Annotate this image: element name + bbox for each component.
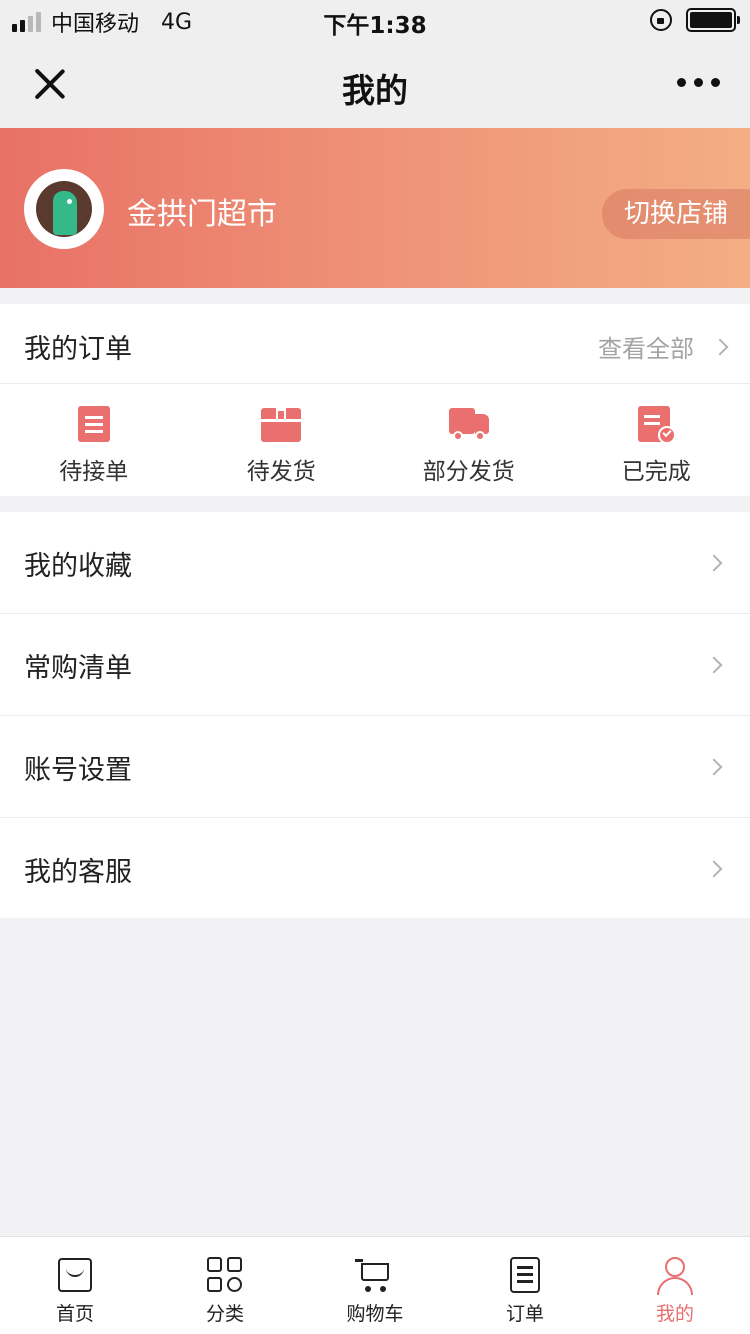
tab-bar: 首页 分类 购物车 订单 我的	[0, 1236, 750, 1334]
battery-icon	[686, 8, 740, 32]
truck-icon	[448, 406, 489, 442]
status-bar: 中国移动 4G 下午1:38	[0, 0, 750, 40]
chevron-right-icon	[705, 554, 723, 572]
status-time: 下午1:38	[323, 13, 427, 39]
package-icon	[261, 406, 302, 442]
chevron-right-icon	[705, 758, 723, 776]
menu-list: 我的收藏 常购清单 账号设置 我的客服	[0, 512, 750, 918]
menu-item-label: 我的收藏	[24, 551, 132, 582]
tab-cart[interactable]: 购物车	[300, 1237, 450, 1334]
menu-item-frequent-list[interactable]: 常购清单	[0, 614, 750, 716]
profile-icon	[655, 1255, 695, 1295]
avatar[interactable]	[24, 169, 104, 249]
order-status-row: 待接单 待发货 部分发货 已完成	[0, 385, 750, 496]
order-status-completed[interactable]: 已完成	[563, 385, 750, 496]
order-status-partial-ship[interactable]: 部分发货	[375, 385, 563, 496]
completed-doc-icon	[636, 406, 677, 444]
dinosaur-logo-icon	[36, 181, 92, 237]
order-status-pending-ship[interactable]: 待发货	[188, 385, 376, 496]
menu-item-favorites[interactable]: 我的收藏	[0, 512, 750, 614]
tab-profile[interactable]: 我的	[600, 1237, 750, 1334]
orders-header: 我的订单 查看全部	[0, 304, 750, 384]
order-status-label: 已完成	[621, 459, 691, 485]
tab-label: 分类	[205, 1303, 244, 1325]
tab-label: 首页	[55, 1303, 94, 1325]
tab-home[interactable]: 首页	[0, 1237, 150, 1334]
tab-label: 我的	[655, 1303, 694, 1325]
status-right	[650, 8, 740, 32]
rotation-lock-icon	[650, 9, 672, 31]
chevron-right-icon	[705, 860, 723, 878]
cart-icon	[355, 1255, 395, 1295]
tab-label: 购物车	[346, 1303, 404, 1325]
order-status-label: 待发货	[246, 459, 316, 485]
home-icon	[55, 1255, 95, 1295]
more-icon[interactable]	[677, 78, 720, 87]
orders-card: 我的订单 查看全部 待接单 待发货 部分发货 已完成	[0, 304, 750, 496]
menu-item-customer-service[interactable]: 我的客服	[0, 818, 750, 920]
order-status-label: 部分发货	[422, 459, 515, 485]
list-icon	[74, 406, 114, 442]
chevron-right-icon	[705, 656, 723, 674]
store-name: 金拱门超市	[127, 197, 277, 232]
tab-category[interactable]: 分类	[150, 1237, 300, 1334]
menu-item-label: 我的客服	[24, 857, 132, 888]
profile-banner: 金拱门超市 切换店铺	[0, 128, 750, 288]
view-all-label: 查看全部	[598, 335, 694, 363]
view-all-orders-link[interactable]: 查看全部	[598, 329, 729, 364]
order-status-pending-accept[interactable]: 待接单	[0, 385, 188, 496]
category-icon	[205, 1255, 245, 1295]
order-icon	[505, 1255, 545, 1295]
menu-item-account-settings[interactable]: 账号设置	[0, 716, 750, 818]
chevron-right-icon	[711, 338, 729, 355]
order-status-label: 待接单	[59, 459, 129, 485]
tab-orders[interactable]: 订单	[450, 1237, 600, 1334]
tab-label: 订单	[505, 1303, 544, 1325]
switch-store-button[interactable]: 切换店铺	[601, 189, 750, 239]
menu-item-label: 常购清单	[24, 653, 132, 684]
menu-item-label: 账号设置	[24, 755, 132, 786]
nav-bar: 我的	[0, 40, 750, 128]
page-title: 我的	[342, 71, 408, 110]
orders-title: 我的订单	[24, 334, 132, 365]
